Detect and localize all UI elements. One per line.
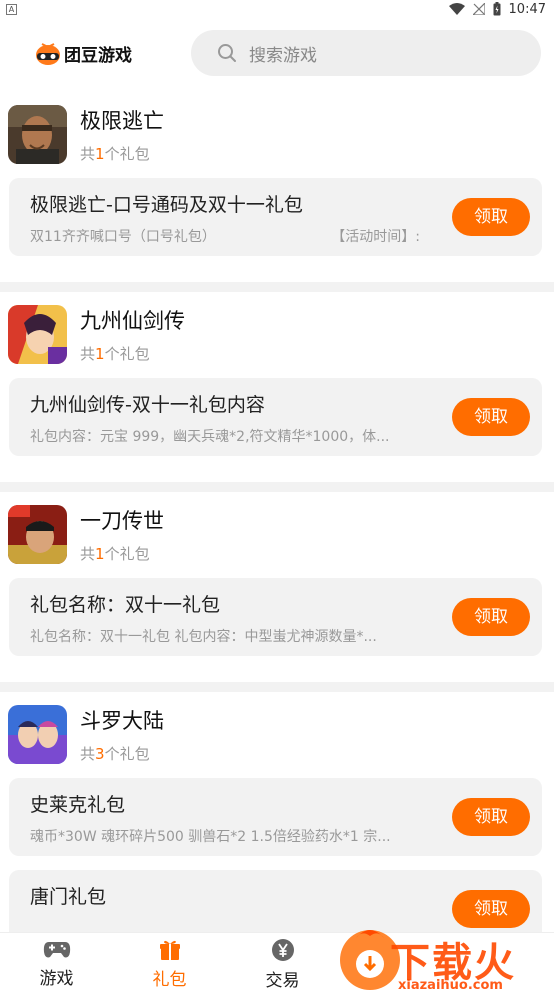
app-logo: 团豆游戏 <box>34 40 132 66</box>
gift-count-prefix: 共 <box>80 544 96 563</box>
mascot-logo-icon <box>36 43 60 65</box>
gift-card[interactable]: 极限逃亡-口号通码及双十一礼包 双11齐齐喊口号（口号礼包） 【活动时间】: 领… <box>9 178 542 256</box>
gift-card[interactable]: 九州仙剑传-双十一礼包内容 礼包内容：元宝 999，幽天兵魂*2,符文精华*10… <box>9 378 542 456</box>
gift-description: 礼包内容：元宝 999，幽天兵魂*2,符文精华*1000，体... <box>30 429 390 445</box>
gift-count-suffix: 个礼包 <box>104 744 150 763</box>
game-section: 斗罗大陆 共3个礼包 史莱克礼包 魂币*30W 魂环碎片500 驯兽石*2 1.… <box>0 692 554 932</box>
search-icon <box>218 44 236 62</box>
gift-count-prefix: 共 <box>80 744 96 763</box>
tab-trade[interactable]: 交易 <box>226 933 339 996</box>
game-header[interactable]: 九州仙剑传 共1个礼包 <box>0 304 554 364</box>
gift-desc-left: 双11齐齐喊口号（口号礼包） <box>30 229 216 245</box>
gift-count-suffix: 个礼包 <box>104 544 150 563</box>
gift-count: 共1个礼包 <box>80 143 164 164</box>
notification-icon: A <box>6 3 17 15</box>
gift-count-prefix: 共 <box>80 144 96 163</box>
yen-icon <box>271 939 294 961</box>
watermark-url: xiazaihuo.com <box>398 978 503 993</box>
gift-count-prefix: 共 <box>80 344 96 363</box>
claim-button[interactable]: 领取 <box>452 598 530 636</box>
gift-list[interactable]: 极限逃亡 共1个礼包 极限逃亡-口号通码及双十一礼包 双11齐齐喊口号（口号礼包… <box>0 92 554 932</box>
gift-count-number: 1 <box>95 144 105 163</box>
app-header: 团豆游戏 搜索游戏 <box>0 18 554 92</box>
logo-text: 团豆游戏 <box>64 45 132 66</box>
game-icon-yidao[interactable] <box>8 504 67 564</box>
gift-count-number: 3 <box>95 744 105 763</box>
tab-games[interactable]: 游戏 <box>0 933 113 996</box>
battery-icon <box>493 2 501 16</box>
tab-label: 交易 <box>265 971 300 991</box>
game-name: 一刀传世 <box>80 508 164 533</box>
gift-card[interactable]: 礼包名称：双十一礼包 礼包名称：双十一礼包 礼包内容：中型蚩尤神源数量*... … <box>9 578 542 656</box>
claim-button[interactable]: 领取 <box>452 198 530 236</box>
no-signal-icon <box>472 3 485 15</box>
gift-count-suffix: 个礼包 <box>104 144 150 163</box>
game-name: 斗罗大陆 <box>80 708 164 733</box>
gift-count-number: 1 <box>95 544 105 563</box>
gift-description: 魂币*30W 魂环碎片500 驯兽石*2 1.5倍经验药水*1 宗... <box>30 829 391 845</box>
gamepad-icon <box>43 942 70 958</box>
gift-description: 双11齐齐喊口号（口号礼包） 【活动时间】: <box>30 226 420 246</box>
game-section: 一刀传世 共1个礼包 礼包名称：双十一礼包 礼包名称：双十一礼包 礼包内容：中型… <box>0 492 554 682</box>
wifi-icon <box>448 3 465 15</box>
search-bar[interactable]: 搜索游戏 <box>191 30 541 76</box>
game-name: 极限逃亡 <box>80 108 164 133</box>
tab-label: 游戏 <box>39 969 74 989</box>
status-bar: A 10:47 <box>0 0 554 18</box>
gift-count: 共1个礼包 <box>80 343 185 364</box>
game-icon-jiuzhou[interactable] <box>8 304 67 364</box>
claim-button[interactable]: 领取 <box>452 398 530 436</box>
game-header[interactable]: 极限逃亡 共1个礼包 <box>0 104 554 164</box>
game-section: 九州仙剑传 共1个礼包 九州仙剑传-双十一礼包内容 礼包内容：元宝 999，幽天… <box>0 292 554 482</box>
search-placeholder: 搜索游戏 <box>249 45 317 66</box>
gift-count: 共3个礼包 <box>80 743 164 764</box>
gift-count-number: 1 <box>95 344 105 363</box>
tab-gifts[interactable]: 礼包 <box>113 933 226 996</box>
gift-count: 共1个礼包 <box>80 543 164 564</box>
gift-desc-right: 【活动时间】: <box>331 229 420 245</box>
game-section: 极限逃亡 共1个礼包 极限逃亡-口号通码及双十一礼包 双11齐齐喊口号（口号礼包… <box>0 92 554 282</box>
game-header[interactable]: 斗罗大陆 共3个礼包 <box>0 704 554 764</box>
game-name: 九州仙剑传 <box>80 308 185 333</box>
gift-card[interactable]: 史莱克礼包 魂币*30W 魂环碎片500 驯兽石*2 1.5倍经验药水*1 宗.… <box>9 778 542 856</box>
gift-icon <box>159 940 180 960</box>
gift-description: 礼包名称：双十一礼包 礼包内容：中型蚩尤神源数量*... <box>30 629 377 645</box>
game-icon-douluo[interactable] <box>8 704 67 764</box>
status-right: 10:47 <box>448 1 546 17</box>
game-icon-jixian[interactable] <box>8 104 67 164</box>
status-time: 10:47 <box>508 1 546 17</box>
game-header[interactable]: 一刀传世 共1个礼包 <box>0 504 554 564</box>
gift-count-suffix: 个礼包 <box>104 344 150 363</box>
claim-button[interactable]: 领取 <box>452 798 530 836</box>
tab-label: 礼包 <box>152 970 187 990</box>
